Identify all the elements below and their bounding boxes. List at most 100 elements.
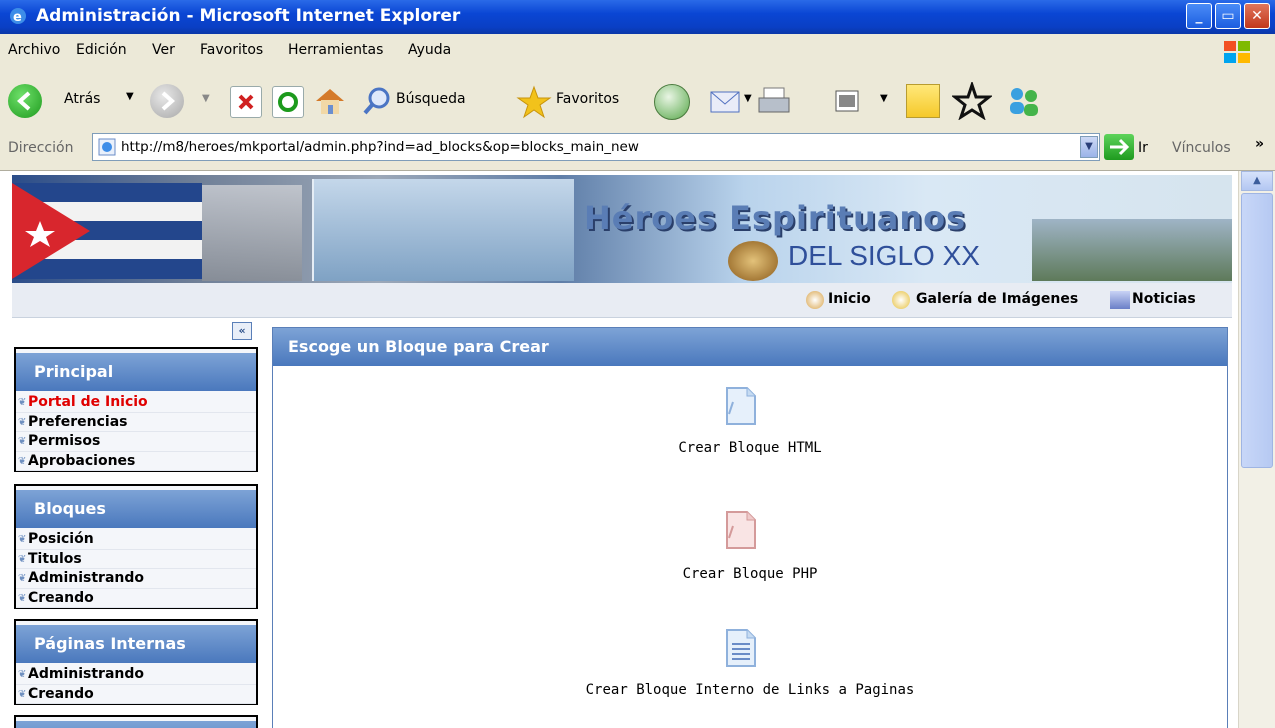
chevron-down-icon[interactable]: ▼ [126,91,134,102]
sidebar-item-administrando[interactable]: ❦ Administrando [16,569,256,589]
users-icon[interactable] [1004,84,1044,118]
back-arrow-icon [8,84,42,118]
cuban-flag-image [12,183,202,279]
monument-image [202,185,302,281]
links-label[interactable]: Vínculos [1172,140,1231,156]
sidebar-paginas-internas-title: Páginas Internas [16,625,256,663]
address-dropdown-icon[interactable]: ▼ [1080,136,1098,158]
page-viewport: Héroes Espirituanos DEL SIGLO XX Inicio … [0,171,1238,728]
building-image [312,179,574,281]
coat-of-arms-image [728,241,778,281]
search-icon [362,86,392,116]
close-button[interactable]: ✕ [1244,3,1270,29]
sidebar-item-titulos[interactable]: ❦ Titulos [16,550,256,569]
search-label: Búsqueda [396,91,466,107]
note-icon[interactable] [906,84,940,118]
banner-subtitle: DEL SIGLO XX [788,240,980,271]
gallery-nav-icon [892,291,910,309]
menu-edicion[interactable]: Edición [76,42,127,58]
create-php-block[interactable]: Crear Bloque PHP [273,510,1227,590]
bullet-icon: ❦ [18,397,27,408]
home-nav-icon [806,291,824,309]
scroll-thumb[interactable] [1241,193,1273,468]
back-button[interactable]: Atrás ▼ [6,82,146,120]
forward-arrow-icon[interactable] [150,84,184,118]
mail-icon[interactable] [708,86,742,116]
history-icon[interactable] [654,84,690,120]
refresh-icon[interactable] [272,86,304,118]
maximize-button[interactable]: ▭ [1215,3,1241,29]
ie-window-icon: e [8,6,28,26]
address-url: http://m8/heroes/mkportal/admin.php?ind=… [121,139,639,155]
site-banner: Héroes Espirituanos DEL SIGLO XX [12,175,1232,284]
page-icon [97,137,117,157]
sidebar-item-posicion[interactable]: ❦ Posición [16,530,256,550]
menu-ver[interactable]: Ver [152,42,175,58]
minimize-button[interactable]: _ [1186,3,1212,29]
window-title: Administración - Microsoft Internet Expl… [36,6,461,26]
links-document-icon [723,628,759,668]
print-icon[interactable] [756,84,792,118]
browser-toolbar: Atrás ▼ ▼ Búsqueda Favoritos ▼ ▼ [0,72,1275,131]
nav-noticias[interactable]: Noticias [1132,291,1196,307]
scroll-up-button[interactable]: ▲ [1241,171,1273,191]
top-nav: Inicio Galería de Imágenes Noticias [12,283,1232,318]
sidebar-item-creando[interactable]: ❦ Creando [16,589,256,608]
banner-title: Héroes Espirituanos [584,199,967,237]
bullet-icon: ❦ [18,592,27,604]
sidebar-item-permisos[interactable]: ❦ Permisos [16,432,256,452]
home-icon[interactable] [312,84,348,118]
nav-inicio[interactable]: Inicio [828,291,871,307]
sidebar-item-paginas-administrando[interactable]: ❦ Administrando [16,665,256,685]
search-button[interactable]: Búsqueda [362,84,512,120]
go-arrow-icon[interactable] [1104,134,1134,160]
go-label[interactable]: Ir [1138,140,1148,156]
sidebar-item-paginas-creando[interactable]: ❦ Creando [16,685,256,704]
sidebar-bloques: Bloques ❦ Posición ❦ Titulos ❦ Administrand… [14,484,258,609]
address-bar: Dirección http://m8/heroes/mkportal/admi… [0,130,1275,171]
nav-galeria[interactable]: Galería de Imágenes [916,291,1078,307]
sidebar-paginas-internas: Páginas Internas ❦ Administrando ❦ Creando [14,619,258,705]
sidebar-principal: Principal ❦ Portal de Inicio ❦ Preferencia… [14,347,258,472]
stop-icon[interactable] [230,86,262,118]
main-panel-title: Escoge un Bloque para Crear [273,328,1227,366]
create-php-label: Crear Bloque PHP [682,566,818,582]
menu-ayuda[interactable]: Ayuda [408,42,451,58]
windows-logo-icon [1220,38,1254,66]
favorites-button[interactable]: Favoritos [516,84,646,120]
star-icon [516,84,552,120]
window-titlebar: e Administración - Microsoft Internet Ex… [0,0,1275,34]
mail-dropdown-icon[interactable]: ▼ [744,93,752,104]
create-html-label: Crear Bloque HTML [678,440,822,456]
create-internal-links-block[interactable]: Crear Bloque Interno de Links a Paginas [273,628,1227,708]
menu-archivo[interactable]: Archivo [8,42,60,58]
edit-dropdown-icon[interactable]: ▼ [880,93,888,104]
sidebar-item-portal-de-inicio[interactable]: ❦ Portal de Inicio [16,393,256,413]
messenger-star-icon[interactable] [950,80,994,121]
menu-bar: Archivo Edición Ver Favoritos Herramient… [0,34,1275,73]
sidebar-next-section [14,715,258,728]
address-input[interactable]: http://m8/heroes/mkportal/admin.php?ind=… [92,133,1100,161]
bullet-icon: ❦ [18,573,27,584]
edit-icon[interactable] [834,88,860,114]
create-internal-links-label: Crear Bloque Interno de Links a Paginas [585,682,915,698]
bridge-image [1032,219,1232,281]
sidebar-next-header [16,721,256,728]
sidebar-item-aprobaciones[interactable]: ❦ Aprobaciones [16,452,256,471]
sidebar-principal-title: Principal [16,353,256,391]
create-html-block[interactable]: Crear Bloque HTML [273,386,1227,466]
menu-favoritos[interactable]: Favoritos [200,42,263,58]
collapse-sidebar-button[interactable]: « [232,322,252,340]
forward-dropdown-icon[interactable]: ▼ [202,93,210,104]
favorites-label: Favoritos [556,91,620,107]
bullet-icon: ❦ [18,455,27,467]
bullet-icon: ❦ [18,553,27,565]
vertical-scrollbar[interactable]: ▲ [1238,171,1275,728]
bullet-icon: ❦ [18,534,27,545]
news-nav-icon [1110,291,1130,309]
links-chevron-icon[interactable]: » [1255,136,1264,152]
php-document-icon [723,510,759,550]
menu-herramientas[interactable]: Herramientas [288,42,383,58]
address-label: Dirección [8,140,74,156]
sidebar-item-preferencias[interactable]: ❦ Preferencias [16,413,256,432]
